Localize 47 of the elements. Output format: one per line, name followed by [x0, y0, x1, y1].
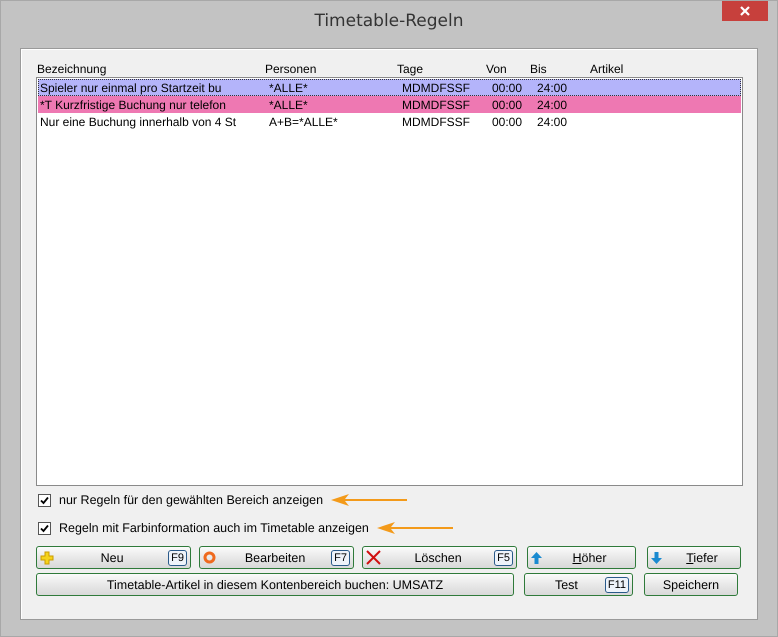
- column-header[interactable]: Von: [486, 62, 530, 76]
- table-cell-text: MDMDFSSF: [401, 80, 471, 94]
- table-row[interactable]: *T Kurzfristige Buchung nur telefon *ALLE* MDMDFSSF 00:00 24:00: [38, 96, 741, 113]
- hotkey-badge: F11: [604, 576, 629, 592]
- table-cell-text: 00:00: [491, 114, 524, 128]
- column-header[interactable]: Tage: [397, 62, 486, 76]
- checkbox-label[interactable]: Regeln mit Farbinformation auch im Timetable anzeigen: [59, 521, 369, 535]
- hotkey-badge: F7: [331, 550, 350, 566]
- action-button[interactable]: Timetable-Artikel in diesem Kontenbereich buchen: UMSATZ: [36, 573, 514, 596]
- up-arrow-icon: [531, 552, 542, 564]
- table-cell-text: 00:00: [491, 80, 524, 94]
- close-button[interactable]: [722, 1, 768, 21]
- column-header[interactable]: Bis: [530, 62, 590, 76]
- action-button[interactable]: Test F11: [524, 573, 633, 596]
- table-cell-text: *T Kurzfristige Buchung nur telefon: [39, 98, 227, 112]
- checkbox-label[interactable]: nur Regeln für den gewählten Bereich anzeigen: [59, 493, 324, 507]
- table-cell-text: *ALLE*: [268, 80, 309, 94]
- table-cell-text: 24:00: [536, 98, 568, 112]
- close-icon: [739, 5, 751, 17]
- down-arrow-icon: [651, 552, 662, 564]
- table-cell-text: Spieler nur einmal pro Startzeit bu: [39, 80, 222, 94]
- table-cell-text: Nur eine Buchung innerhalb von 4 St: [39, 114, 238, 128]
- action-button[interactable]: Löschen F5: [362, 546, 517, 569]
- action-button[interactable]: Bearbeiten F7: [199, 546, 354, 569]
- table-cell-text: MDMDFSSF: [401, 114, 471, 128]
- delete-icon: [366, 550, 381, 565]
- column-header[interactable]: Bezeichnung: [37, 62, 265, 76]
- table-cell-text: *ALLE*: [268, 98, 309, 112]
- table-cell-text: 24:00: [536, 80, 568, 94]
- checkbox[interactable]: [38, 522, 51, 534]
- window-title: Timetable-Regeln: [314, 10, 464, 30]
- column-header[interactable]: Personen: [265, 62, 397, 76]
- table-row[interactable]: Spieler nur einmal pro Startzeit bu *ALLE* MDMDFSSF 00:00 24:00: [38, 79, 741, 96]
- hotkey-badge: F5: [494, 550, 513, 566]
- action-button[interactable]: Tiefer: [647, 546, 741, 569]
- action-button[interactable]: Speichern: [644, 573, 738, 596]
- table-cell-text: MDMDFSSF: [401, 98, 471, 112]
- table-cell-text: 00:00: [491, 98, 524, 112]
- action-button[interactable]: Neu F9: [36, 546, 191, 569]
- action-button[interactable]: Höher: [527, 546, 636, 569]
- table-cell-text: 24:00: [536, 114, 568, 128]
- checkbox[interactable]: [38, 494, 51, 506]
- hotkey-badge: F9: [168, 550, 187, 566]
- ring-icon: [203, 551, 216, 564]
- column-header[interactable]: Artikel: [590, 62, 740, 76]
- plus-icon: [40, 550, 54, 564]
- table-cell-text: A+B=*ALLE*: [268, 114, 339, 128]
